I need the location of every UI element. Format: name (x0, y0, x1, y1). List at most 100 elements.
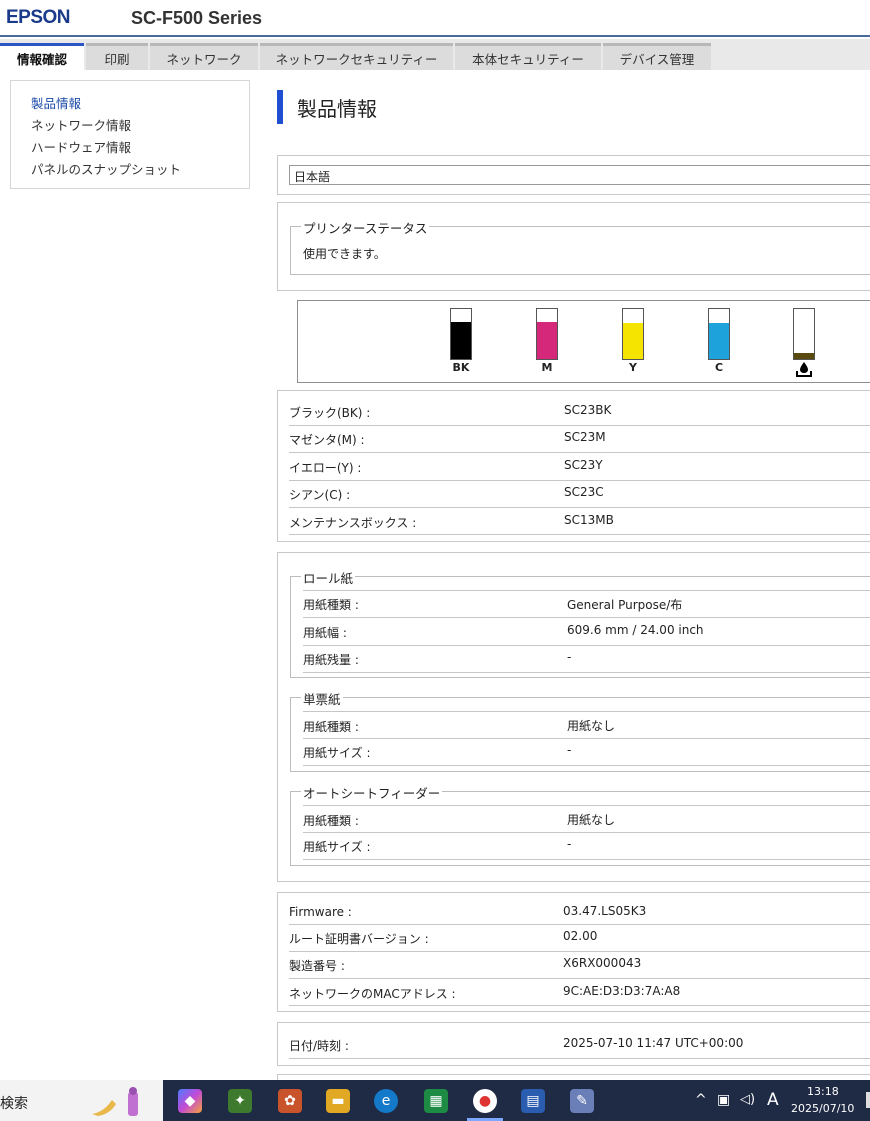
ink-tank-bk (450, 308, 472, 360)
sidebar-item-product-info[interactable]: 製品情報 (31, 93, 81, 112)
ink-levels-panel: BK M Y C (297, 300, 870, 383)
cartridge-label-maint: メンテナンスボックス : (289, 516, 417, 530)
cartridge-value-bk: SC23BK (564, 403, 612, 417)
ime-indicator[interactable]: A (767, 1090, 779, 1110)
roll-remaining-label: 用紙残量 : (303, 653, 359, 667)
datetime-label: 日付/時刻 : (289, 1039, 349, 1053)
divider (303, 672, 870, 673)
ink-label-bk: BK (452, 361, 470, 374)
tab-network[interactable]: ネットワーク (150, 43, 258, 70)
tab-device-management[interactable]: デバイス管理 (603, 43, 711, 70)
app-fan-icon[interactable]: ✿ (278, 1089, 302, 1113)
edge-icon[interactable]: e (374, 1089, 398, 1113)
divider (303, 859, 870, 860)
tab-status[interactable]: 情報確認 (0, 43, 84, 70)
divider (289, 978, 870, 979)
feeder-type-label: 用紙種類 : (303, 814, 359, 828)
firmware-label: Firmware : (289, 905, 352, 919)
roll-width-label: 用紙幅 : (303, 626, 347, 640)
divider (289, 534, 870, 535)
ink-label-c: C (714, 361, 724, 374)
chrome-icon[interactable]: ● (473, 1089, 497, 1113)
divider (289, 924, 870, 925)
feeder-type-value: 用紙なし (567, 813, 616, 827)
title-accent (277, 90, 283, 124)
cut-size-value: - (567, 743, 572, 757)
serial-value: X6RX000043 (563, 956, 642, 970)
feeder-size-label: 用紙サイズ : (303, 840, 371, 854)
cartridge-label-c: シアン(C) : (289, 488, 351, 502)
cartridge-value-y: SC23Y (564, 458, 603, 472)
cartridge-value-c: SC23C (564, 485, 604, 499)
roll-type-label: 用紙種類 : (303, 598, 359, 612)
sidebar-item-hardware-info[interactable]: ハードウェア情報 (31, 137, 131, 156)
cartridge-label-m: マゼンタ(M) : (289, 433, 365, 447)
app-green-icon[interactable]: ✦ (228, 1089, 252, 1113)
cut-sheet-legend: 単票紙 (301, 689, 343, 708)
volume-icon[interactable]: ◁) (740, 1092, 755, 1107)
sidebar-item-panel-snapshot[interactable]: パネルのスナップショット (31, 159, 181, 178)
taskbar: 検索 ◆ ✦ ✿ ▬ e ▦ ● ▤ ✎ ^ ▣ ◁) A 13:18 2025… (0, 1080, 870, 1121)
clock-time[interactable]: 13:18 (807, 1085, 839, 1098)
cartridge-value-m: SC23M (564, 430, 606, 444)
cut-type-value: 用紙なし (567, 719, 616, 733)
divider (289, 1005, 870, 1006)
divider (289, 425, 870, 426)
mac-label: ネットワークのMACアドレス : (289, 987, 456, 1001)
divider (303, 805, 870, 806)
app-header: EPSON SC-F500 Series (0, 0, 870, 37)
root-cert-label: ルート証明書バージョン : (289, 932, 429, 946)
roll-remaining-value: - (567, 650, 572, 664)
divider (289, 452, 870, 453)
divider (303, 765, 870, 766)
cut-size-label: 用紙サイズ : (303, 746, 371, 760)
sheet-feeder-legend: オートシートフィーダー (301, 783, 443, 802)
status-text: 使用できます。 (303, 247, 386, 261)
divider (289, 480, 870, 481)
cut-sheet-fieldset (290, 697, 870, 772)
sidebar: 製品情報 ネットワーク情報 ハードウェア情報 パネルのスナップショット (10, 80, 250, 189)
epson-logo[interactable]: EPSON (6, 7, 71, 29)
maintenance-box-icon (796, 362, 812, 377)
taskbar-search-box[interactable]: 検索 (0, 1080, 163, 1121)
roll-width-value: 609.6 mm / 24.00 inch (567, 623, 704, 637)
calculator-icon[interactable]: ▤ (521, 1089, 545, 1113)
mac-value: 9C:AE:D3:D3:7A:A8 (563, 984, 681, 998)
tab-product-security[interactable]: 本体セキュリティー (455, 43, 601, 70)
divider (289, 1058, 870, 1059)
ink-label-m: M (541, 361, 553, 374)
tray-chevron-up-icon[interactable]: ^ (695, 1092, 707, 1108)
paint-icon[interactable]: ✎ (570, 1089, 594, 1113)
cut-type-label: 用紙種類 : (303, 720, 359, 734)
sheet-feeder-fieldset (290, 791, 870, 866)
tab-network-security[interactable]: ネットワークセキュリティー (260, 43, 453, 70)
language-select[interactable]: 日本語 (289, 165, 870, 185)
divider (303, 832, 870, 833)
cartridge-label-bk: ブラック(BK) : (289, 406, 371, 420)
status-legend: プリンターステータス (301, 218, 430, 237)
roll-paper-legend: ロール紙 (301, 568, 356, 587)
ink-tank-c (708, 308, 730, 360)
copilot-icon[interactable]: ◆ (178, 1089, 202, 1113)
clock-date[interactable]: 2025/07/10 (791, 1102, 854, 1115)
ink-tank-m (536, 308, 558, 360)
roll-type-value: General Purpose/布 (567, 598, 683, 612)
file-explorer-icon[interactable]: ▬ (326, 1089, 350, 1113)
datetime-value: 2025-07-10 11:47 UTC+00:00 (563, 1036, 744, 1050)
divider (303, 645, 870, 646)
divider (303, 738, 870, 739)
page-title: 製品情報 (297, 97, 377, 121)
model-name: SC-F500 Series (131, 8, 263, 28)
show-desktop-button[interactable] (866, 1092, 870, 1108)
sidebar-item-network-info[interactable]: ネットワーク情報 (31, 115, 131, 134)
firmware-value: 03.47.LS05K3 (563, 904, 647, 918)
tab-print[interactable]: 印刷 (86, 43, 148, 70)
spreadsheet-icon[interactable]: ▦ (424, 1089, 448, 1113)
maintenance-box-tank (793, 308, 815, 360)
divider (303, 711, 870, 712)
tray-network-icon[interactable]: ▣ (717, 1092, 730, 1108)
feeder-size-value: - (567, 837, 572, 851)
search-label: 検索 (0, 1096, 28, 1112)
divider (303, 617, 870, 618)
cartridge-label-y: イエロー(Y) : (289, 461, 362, 475)
